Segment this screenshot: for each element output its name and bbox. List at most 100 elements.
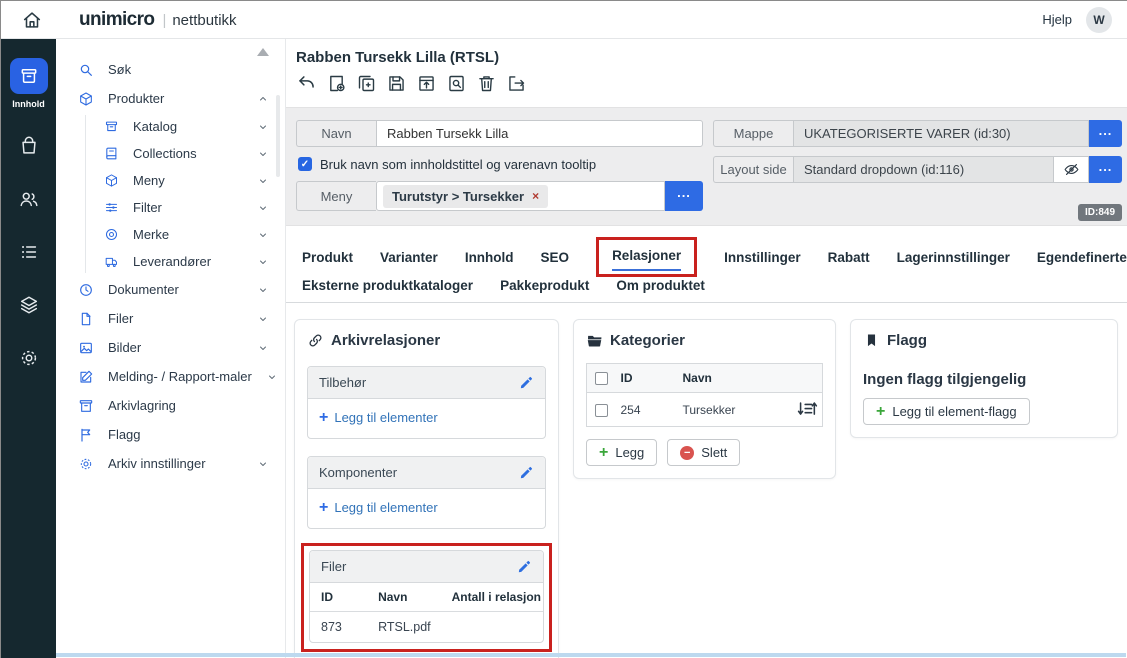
sidebar-item-filer[interactable]: Filer — [56, 304, 285, 333]
rail-item-innhold[interactable] — [10, 58, 48, 94]
filer-col-id: ID — [310, 583, 367, 612]
filer-col-antall: Antall i relasjon — [441, 583, 543, 612]
new-item-button[interactable] — [325, 73, 347, 95]
tab-rabatt[interactable]: Rabatt — [828, 250, 870, 265]
exit-button[interactable] — [505, 73, 527, 95]
navn-input[interactable] — [376, 120, 703, 147]
mappe-value: UKATEGORISERTE VARER (id:30) — [804, 126, 1011, 141]
navn-label: Navn — [296, 120, 376, 147]
sidebar-item-label: Arkivlagring — [108, 398, 176, 413]
filer-label: Filer — [321, 559, 346, 574]
folder-icon — [586, 332, 603, 349]
preview-button[interactable] — [445, 73, 467, 95]
storage-bin-icon — [78, 398, 94, 414]
layers-icon[interactable] — [18, 294, 40, 316]
layout-field: Standard dropdown (id:116) — [793, 156, 1054, 183]
edit-pencil-icon[interactable] — [519, 465, 534, 480]
add-elements-label: Legg til elementer — [334, 410, 437, 425]
chip-remove-icon[interactable]: × — [532, 189, 539, 203]
tab-pakkeprodukt[interactable]: Pakkeprodukt — [500, 278, 589, 293]
kategorier-row[interactable]: 254 Tursekker — [587, 393, 823, 427]
sidebar-item-melding-rapport-maler[interactable]: Melding- / Rapport-maler — [56, 362, 285, 391]
sidebar-item-label: Bilder — [108, 340, 141, 355]
row-select-cell — [587, 393, 617, 427]
avatar-initial: W — [1093, 13, 1104, 27]
sort-order-icon[interactable] — [796, 401, 818, 418]
shopping-bag-icon[interactable] — [18, 135, 40, 157]
file-antall-cell — [441, 612, 543, 643]
layout-more-button[interactable]: ... — [1089, 156, 1122, 183]
mappe-label: Mappe — [713, 120, 793, 147]
chevron-up-icon — [257, 93, 269, 105]
sidebar-item-flagg[interactable]: Flagg — [56, 420, 285, 449]
tab-produkt[interactable]: Produkt — [302, 250, 353, 265]
slett-button[interactable]: Slett — [667, 439, 740, 466]
layout-group: Layout side Standard dropdown (id:116) .… — [713, 156, 1122, 183]
plus-icon — [319, 412, 328, 424]
sidebar-item-arkivlagring[interactable]: Arkivlagring — [56, 391, 285, 420]
layout-visibility-button[interactable] — [1054, 156, 1089, 183]
chevron-down-icon — [257, 121, 269, 133]
avatar[interactable]: W — [1086, 7, 1112, 33]
product-form-band: Navn Bruk navn som innholdstittel og var… — [286, 107, 1127, 226]
meny-field[interactable]: Turutstyr > Tursekker × — [376, 181, 665, 211]
main-content: Rabben Tursekk Lilla (RTSL) Navn Bruk na… — [286, 39, 1127, 658]
sidebar-item-meny[interactable]: Meny — [56, 167, 285, 194]
upload-icon — [416, 73, 437, 94]
tab-lagerinnstillinger[interactable]: Lagerinnstillinger — [897, 250, 1010, 265]
tab-relasjoner[interactable]: Relasjoner — [612, 248, 681, 271]
sidebar-item-merke[interactable]: Merke — [56, 221, 285, 248]
home-icon[interactable] — [21, 9, 43, 31]
sidebar-item-dokumenter[interactable]: Dokumenter — [56, 275, 285, 304]
sidebar-item-label: Katalog — [133, 119, 177, 134]
sidebar-item-arkiv-innstillinger[interactable]: Arkiv innstillinger — [56, 449, 285, 478]
add-element-flag-button[interactable]: Legg til element-flagg — [863, 398, 1030, 425]
sidebar-item-leverandorer[interactable]: Leverandører — [56, 248, 285, 275]
flagg-card: Flagg Ingen flagg tilgjengelig Legg til … — [850, 319, 1118, 438]
select-all-checkbox[interactable] — [595, 372, 608, 385]
tab-innhold[interactable]: Innhold — [465, 250, 514, 265]
sidebar-item-katalog[interactable]: Katalog — [56, 113, 285, 140]
tab-om-produktet[interactable]: Om produktet — [616, 278, 705, 293]
sidebar-item-label: Søk — [108, 62, 131, 77]
tab-innstillinger[interactable]: Innstillinger — [724, 250, 801, 265]
delete-button[interactable] — [475, 73, 497, 95]
trash-icon — [476, 73, 497, 94]
meny-more-button[interactable]: ... — [665, 181, 703, 211]
tab-eksterne-produktkataloger[interactable]: Eksterne produktkataloger — [302, 278, 473, 293]
help-link[interactable]: Hjelp — [1042, 12, 1072, 27]
edit-pencil-icon[interactable] — [517, 559, 532, 574]
tab-varianter[interactable]: Varianter — [380, 250, 438, 265]
copy-plus-icon — [356, 73, 377, 94]
filer-table-row[interactable]: 873 RTSL.pdf — [310, 612, 543, 643]
mappe-more-button[interactable]: ... — [1089, 120, 1122, 147]
sidebar-item-collections[interactable]: Collections — [56, 140, 285, 167]
badge-icon — [104, 227, 119, 242]
gear-icon[interactable] — [18, 347, 40, 369]
sidebar-item-bilder[interactable]: Bilder — [56, 333, 285, 362]
upload-button[interactable] — [415, 73, 437, 95]
undo-button[interactable] — [295, 73, 317, 95]
row-checkbox[interactable] — [595, 404, 608, 417]
sidebar-item-sok[interactable]: Søk — [56, 55, 285, 84]
save-button[interactable] — [385, 73, 407, 95]
sidebar-item-label: Dokumenter — [108, 282, 179, 297]
add-elements-link[interactable]: Legg til elementer — [319, 410, 534, 425]
cards-row: Arkivrelasjoner Tilbehør Legg til elemen… — [286, 303, 1127, 658]
legg-button[interactable]: Legg — [586, 439, 657, 466]
users-icon[interactable] — [18, 188, 40, 210]
duplicate-button[interactable] — [355, 73, 377, 95]
left-rail: Innhold — [1, 39, 56, 658]
add-elements-link[interactable]: Legg til elementer — [319, 500, 534, 515]
cube-icon — [78, 91, 94, 107]
checklist-icon[interactable] — [18, 241, 40, 263]
flagg-title: Flagg — [863, 332, 1105, 349]
sidebar-item-filter[interactable]: Filter — [56, 194, 285, 221]
scroll-up-arrow[interactable] — [257, 48, 269, 56]
tab-egendefinerte-felter[interactable]: Egendefinerte felter — [1037, 250, 1127, 265]
sidebar-item-produkter[interactable]: Produkter — [56, 84, 285, 113]
brand-suffix: nettbutikk — [172, 12, 236, 29]
use-name-checkbox[interactable] — [298, 157, 312, 171]
edit-pencil-icon[interactable] — [519, 375, 534, 390]
tab-seo[interactable]: SEO — [541, 250, 570, 265]
